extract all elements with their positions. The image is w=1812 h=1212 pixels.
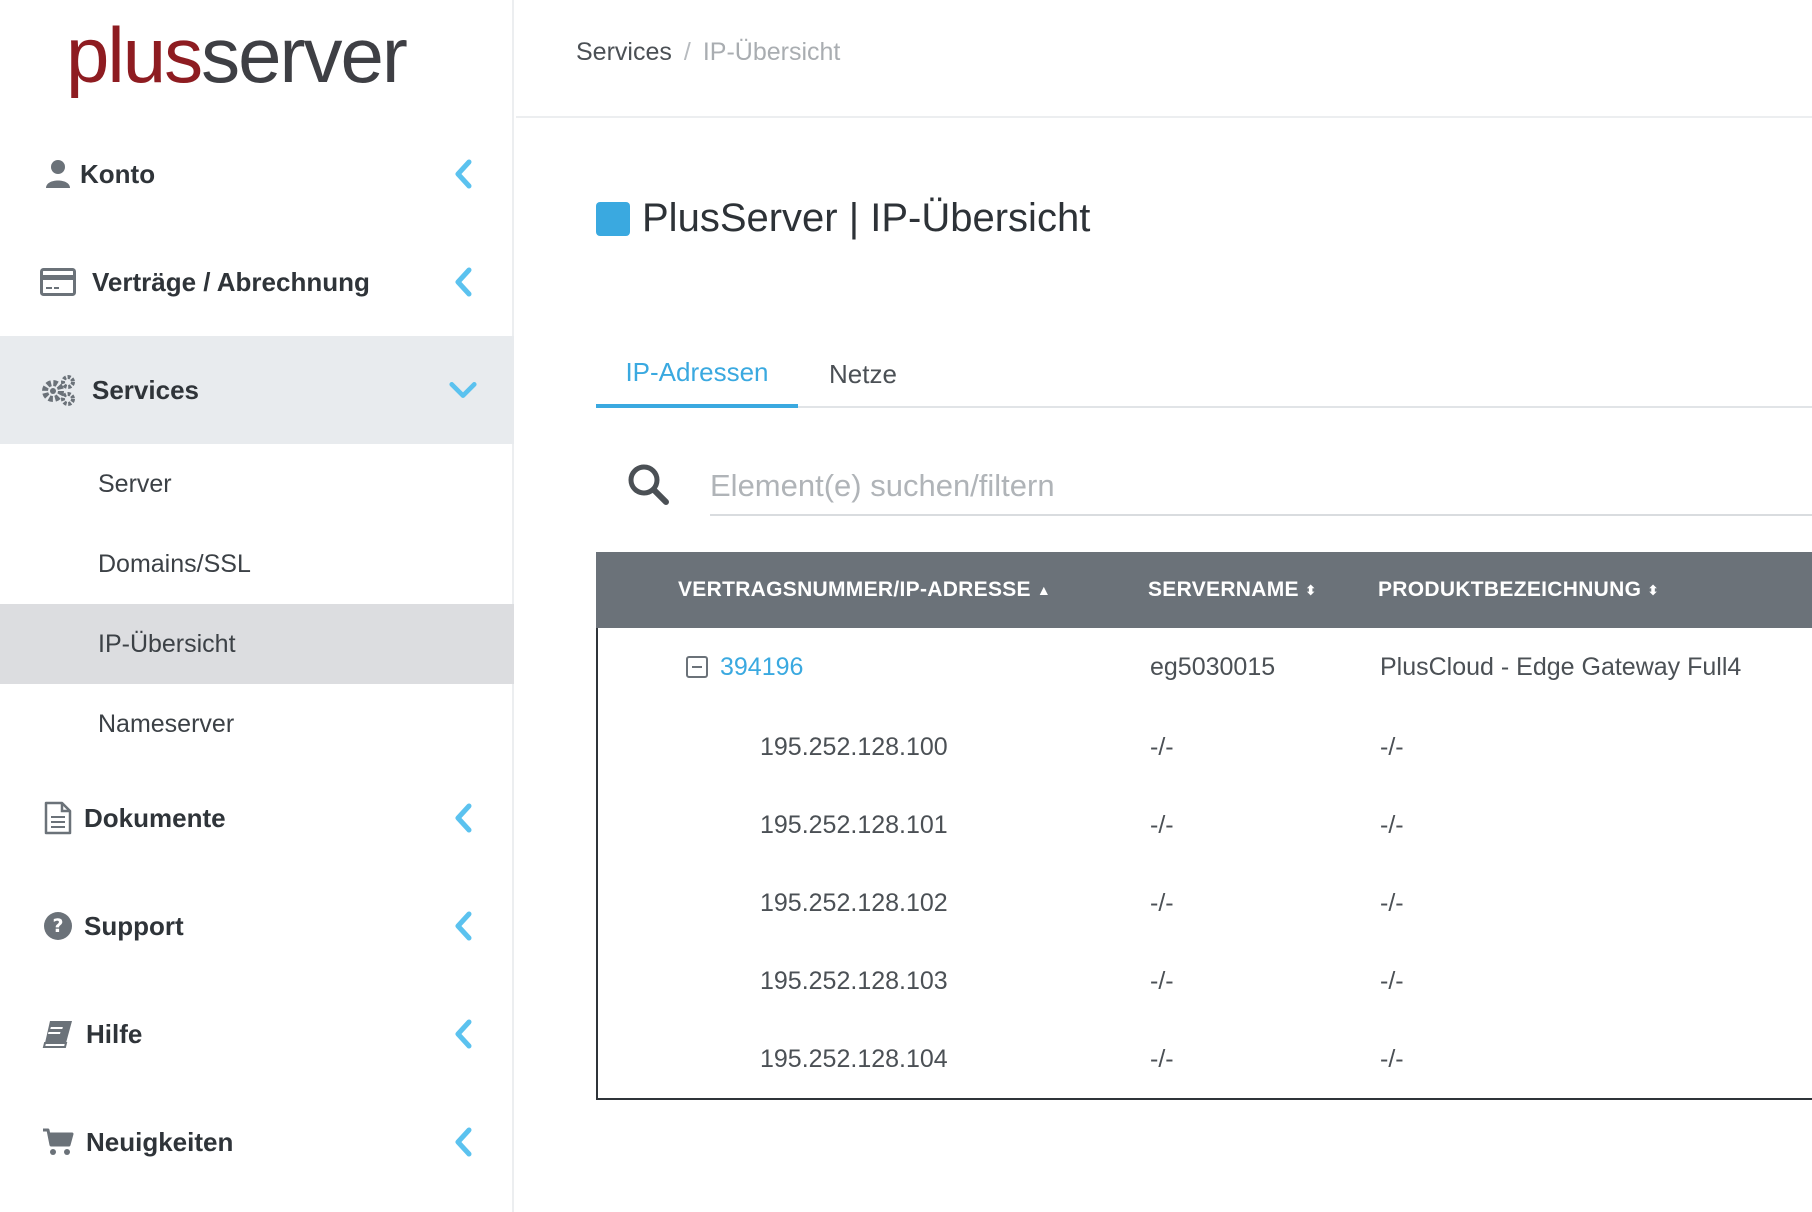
sidebar-item-konto[interactable]: Konto (0, 120, 514, 228)
sidebar-subitem-label: IP-Übersicht (98, 629, 236, 658)
sort-asc-icon: ▲ (1036, 582, 1052, 598)
breadcrumb-link-services[interactable]: Services (576, 38, 672, 67)
breadcrumb-separator: / (683, 38, 691, 66)
search-input[interactable] (710, 458, 1812, 516)
question-circle-icon: ? (38, 906, 78, 946)
search-bar (596, 440, 1812, 522)
table-row: 195.252.128.101 -/- -/- (598, 786, 1812, 864)
ip-table: VERTRAGSNUMMER/IP-ADRESSE ▲ SERVERNAME ⬍… (596, 552, 1812, 1100)
table-row: 195.252.128.104 -/- -/- (598, 1020, 1812, 1098)
product: -/- (1380, 888, 1404, 917)
sidebar: plusserver Konto Verträge / Abrechnung S… (0, 0, 514, 1212)
sidebar-subitem-ip-uebersicht[interactable]: IP-Übersicht (0, 604, 514, 684)
table-row: 195.252.128.100 -/- -/- (598, 708, 1812, 786)
tab-netze[interactable]: Netze (798, 340, 928, 408)
sidebar-item-vertraege[interactable]: Verträge / Abrechnung (0, 228, 514, 336)
product: -/- (1380, 1044, 1404, 1073)
column-header-vertragsnummer[interactable]: VERTRAGSNUMMER/IP-ADRESSE ▲ (678, 552, 1051, 628)
column-header-produktbezeichnung[interactable]: PRODUKTBEZEICHNUNG ⬍ (1378, 552, 1659, 628)
title-marker-icon (596, 201, 630, 236)
page-title-text: PlusServer | IP-Übersicht (642, 196, 1091, 240)
collapse-icon[interactable] (686, 656, 708, 678)
ip-address: 195.252.128.104 (760, 1044, 948, 1073)
group-servername: eg5030015 (1150, 652, 1276, 681)
sidebar-item-dokumente[interactable]: Dokumente (0, 764, 514, 872)
gears-icon (38, 370, 78, 410)
servername: -/- (1150, 888, 1174, 917)
sidebar-subitem-label: Domains/SSL (98, 549, 251, 578)
chevron-left-icon (448, 1127, 478, 1157)
contract-number-link[interactable]: 394196 (720, 653, 803, 682)
chevron-left-icon (448, 267, 478, 297)
chevron-left-icon (448, 159, 478, 189)
book-icon (38, 1014, 78, 1054)
column-header-servername[interactable]: SERVERNAME ⬍ (1148, 552, 1317, 628)
product: -/- (1380, 810, 1404, 839)
table-header: VERTRAGSNUMMER/IP-ADRESSE ▲ SERVERNAME ⬍… (596, 552, 1812, 628)
tab-bar: IP-Adressen Netze (596, 340, 1812, 408)
sidebar-item-label: Hilfe (86, 1018, 143, 1049)
servername: -/- (1150, 1044, 1174, 1073)
servername: -/- (1150, 732, 1174, 761)
sidebar-item-label: Verträge / Abrechnung (92, 266, 370, 297)
sidebar-item-services[interactable]: Services (0, 336, 514, 444)
sidebar-item-support[interactable]: ? Support (0, 872, 514, 980)
table-row: 195.252.128.102 -/- -/- (598, 864, 1812, 942)
chevron-left-icon (448, 1019, 478, 1049)
breadcrumb-current: IP-Übersicht (702, 38, 841, 66)
sidebar-item-neuigkeiten[interactable]: Neuigkeiten (0, 1088, 514, 1196)
top-bar: Services / IP-Übersicht (516, 0, 1812, 118)
plusserver-logo[interactable]: plusserver (66, 16, 446, 94)
group-product: PlusCloud - Edge Gateway Full4 (1380, 652, 1742, 681)
sidebar-subitem-server[interactable]: Server (0, 444, 514, 524)
breadcrumb: Services / IP-Übersicht (576, 38, 840, 67)
tab-ip-adressen[interactable]: IP-Adressen (596, 340, 798, 408)
search-icon[interactable] (626, 462, 670, 506)
servername: -/- (1150, 810, 1174, 839)
product: -/- (1380, 966, 1404, 995)
chevron-left-icon (448, 911, 478, 941)
table-group-row: 394196 eg5030015 PlusCloud - Edge Gatewa… (598, 628, 1812, 706)
sidebar-item-label: Konto (80, 158, 156, 189)
sidebar-item-hilfe[interactable]: Hilfe (0, 980, 514, 1088)
sidebar-subitem-label: Server (98, 469, 172, 498)
sidebar-item-label: Neuigkeiten (86, 1126, 234, 1157)
ip-address: 195.252.128.102 (760, 888, 948, 917)
cart-icon (38, 1122, 78, 1162)
sidebar-item-label: Dokumente (84, 802, 226, 833)
ip-address: 195.252.128.101 (760, 810, 948, 839)
sort-both-icon: ⬍ (1304, 581, 1317, 598)
sidebar-subitem-nameserver[interactable]: Nameserver (0, 684, 514, 764)
sidebar-item-label: Services (92, 374, 199, 405)
ip-address: 195.252.128.103 (760, 966, 948, 995)
svg-text:?: ? (52, 915, 63, 937)
table-row: 195.252.128.103 -/- -/- (598, 942, 1812, 1020)
ip-address: 195.252.128.100 (760, 732, 948, 761)
credit-card-icon (38, 262, 78, 302)
sidebar-subitem-label: Nameserver (98, 709, 235, 738)
product: -/- (1380, 732, 1404, 761)
chevron-left-icon (448, 803, 478, 833)
servername: -/- (1150, 966, 1174, 995)
document-icon (38, 798, 78, 838)
sidebar-subitem-domains-ssl[interactable]: Domains/SSL (0, 524, 514, 604)
sidebar-item-label: Support (84, 910, 184, 941)
sort-both-icon: ⬍ (1647, 581, 1660, 598)
chevron-down-icon (448, 375, 478, 405)
user-icon (38, 154, 78, 194)
page-title: PlusServer | IP-Übersicht (596, 196, 1090, 241)
